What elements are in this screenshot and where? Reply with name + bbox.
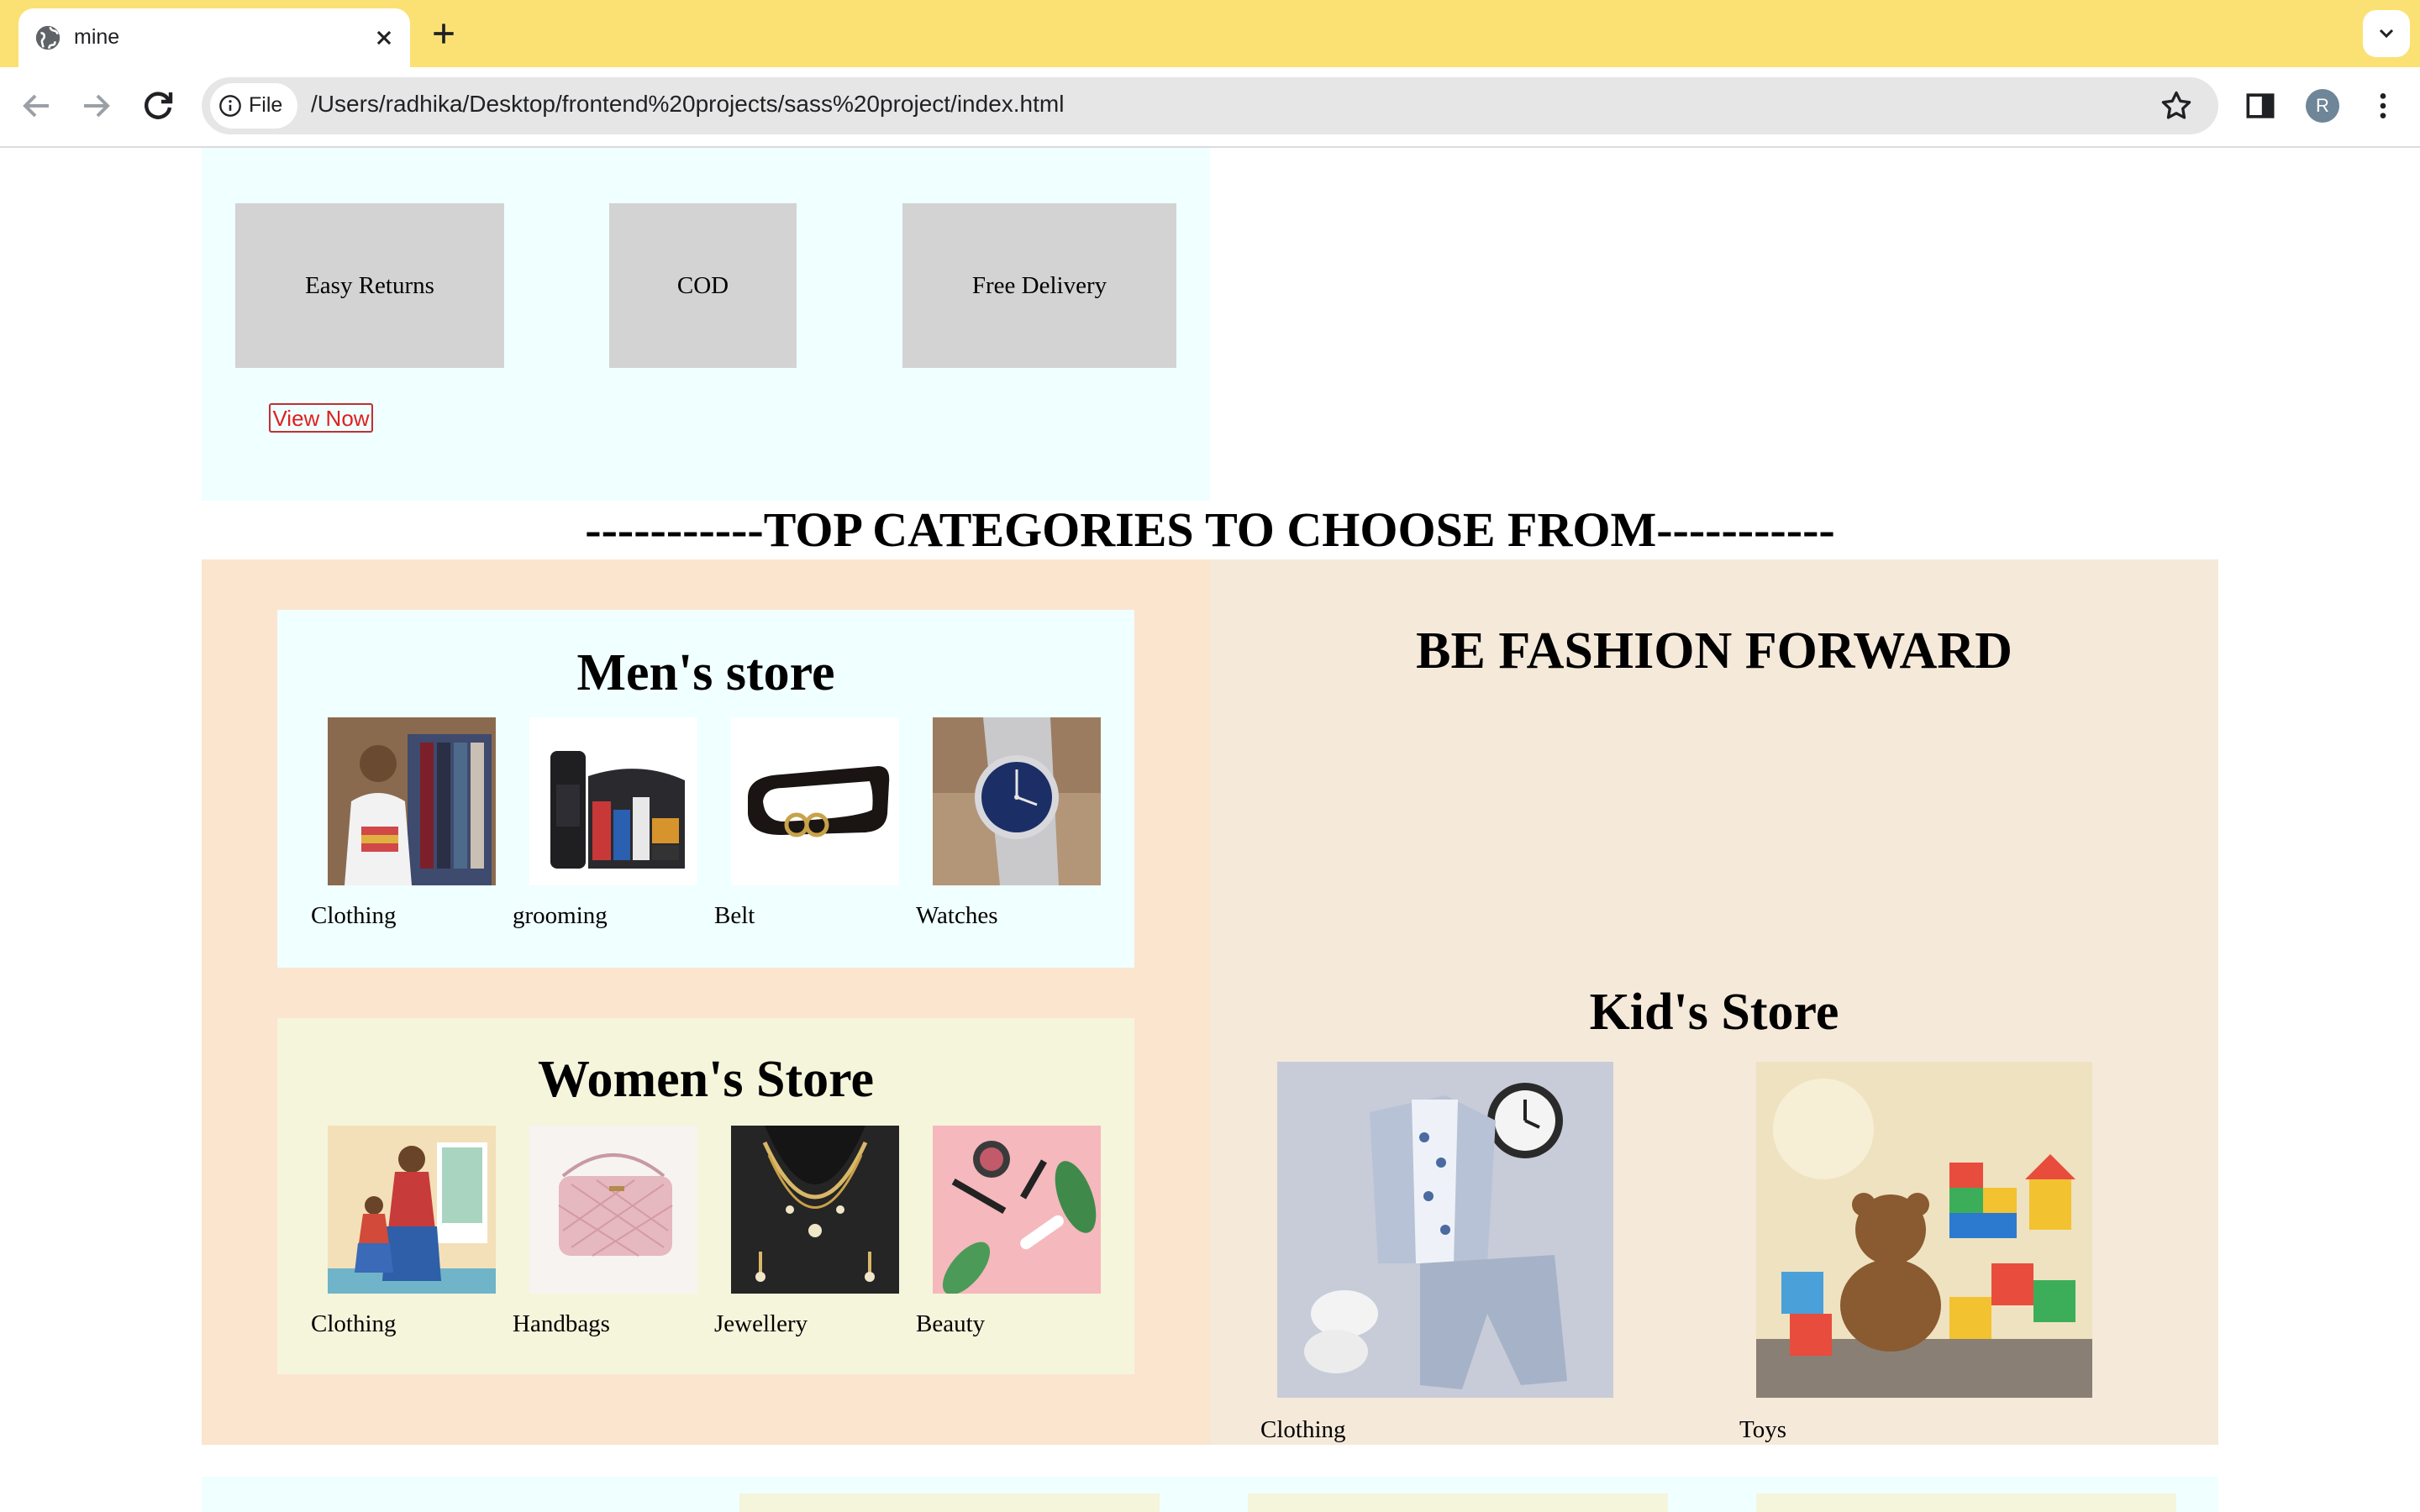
reload-icon[interactable] — [138, 86, 178, 126]
mens-store-card: Men's store Clothing grooming Belt Watch… — [277, 610, 1134, 968]
kids-caption-toys[interactable]: Toys — [1739, 1416, 1786, 1444]
womens-caption-handbags[interactable]: Handbags — [513, 1310, 610, 1338]
next-section-card — [1248, 1494, 1668, 1512]
makeup-photo[interactable] — [933, 1126, 1101, 1294]
new-tab-icon[interactable] — [427, 17, 460, 50]
womens-store-card: Women's Store Clothing Handbags Jeweller… — [277, 1018, 1134, 1374]
mens-store-title: Men's store — [576, 644, 835, 701]
feature-free-delivery: Free Delivery — [902, 203, 1176, 368]
feature-easy-returns: Easy Returns — [235, 203, 504, 368]
womens-caption-clothing[interactable]: Clothing — [311, 1310, 397, 1338]
mens-caption-belt[interactable]: Belt — [714, 902, 755, 930]
mens-caption-grooming[interactable]: grooming — [513, 902, 608, 930]
url-text[interactable]: /Users/radhika/Desktop/frontend%20projec… — [311, 91, 1064, 118]
globe-icon — [35, 25, 60, 50]
necklace-photo[interactable] — [731, 1126, 899, 1294]
next-section-card — [1756, 1494, 2176, 1512]
mens-clothing-photo[interactable] — [328, 717, 496, 885]
mens-caption-clothing[interactable]: Clothing — [311, 902, 397, 930]
handbag-photo[interactable] — [529, 1126, 697, 1294]
womens-caption-jewellery[interactable]: Jewellery — [714, 1310, 808, 1338]
forward-arrow-icon[interactable] — [76, 86, 116, 126]
belt-photo[interactable] — [731, 717, 899, 885]
side-panel-icon[interactable] — [2242, 87, 2279, 124]
womens-store-title: Women's Store — [537, 1051, 875, 1108]
site-info-chip[interactable]: File — [210, 83, 297, 129]
kids-outfit-photo[interactable] — [1277, 1062, 1613, 1398]
tab-search-button[interactable] — [2363, 10, 2410, 57]
bookmark-star-icon[interactable] — [2158, 87, 2195, 124]
more-menu-icon[interactable] — [2366, 87, 2400, 124]
back-arrow-icon[interactable] — [17, 86, 57, 126]
view-now-button[interactable]: View Now — [269, 403, 373, 433]
toys-photo[interactable] — [1756, 1062, 2092, 1398]
kids-store-title: Kid's Store — [1589, 984, 1839, 1041]
grooming-kit-photo[interactable] — [529, 717, 697, 885]
womens-caption-beauty[interactable]: Beauty — [916, 1310, 985, 1338]
chevron-down-icon — [2379, 29, 2394, 39]
feature-cod: COD — [609, 203, 797, 368]
info-icon — [219, 95, 241, 117]
categories-heading: -----------TOP CATEGORIES TO CHOOSE FROM… — [585, 502, 1835, 557]
mens-caption-watches[interactable]: Watches — [916, 902, 998, 930]
browser-tab[interactable]: mine — [18, 8, 410, 67]
chip-label: File — [249, 93, 283, 117]
profile-avatar[interactable]: R — [2306, 89, 2339, 123]
watch-photo[interactable] — [933, 717, 1101, 885]
womens-clothing-photo[interactable] — [328, 1126, 496, 1294]
next-section-card — [739, 1494, 1160, 1512]
fashion-forward-heading: BE FASHION FORWARD — [1416, 622, 2012, 680]
kids-caption-clothing[interactable]: Clothing — [1260, 1416, 1346, 1444]
tab-title: mine — [74, 25, 120, 49]
close-icon[interactable] — [370, 24, 398, 52]
